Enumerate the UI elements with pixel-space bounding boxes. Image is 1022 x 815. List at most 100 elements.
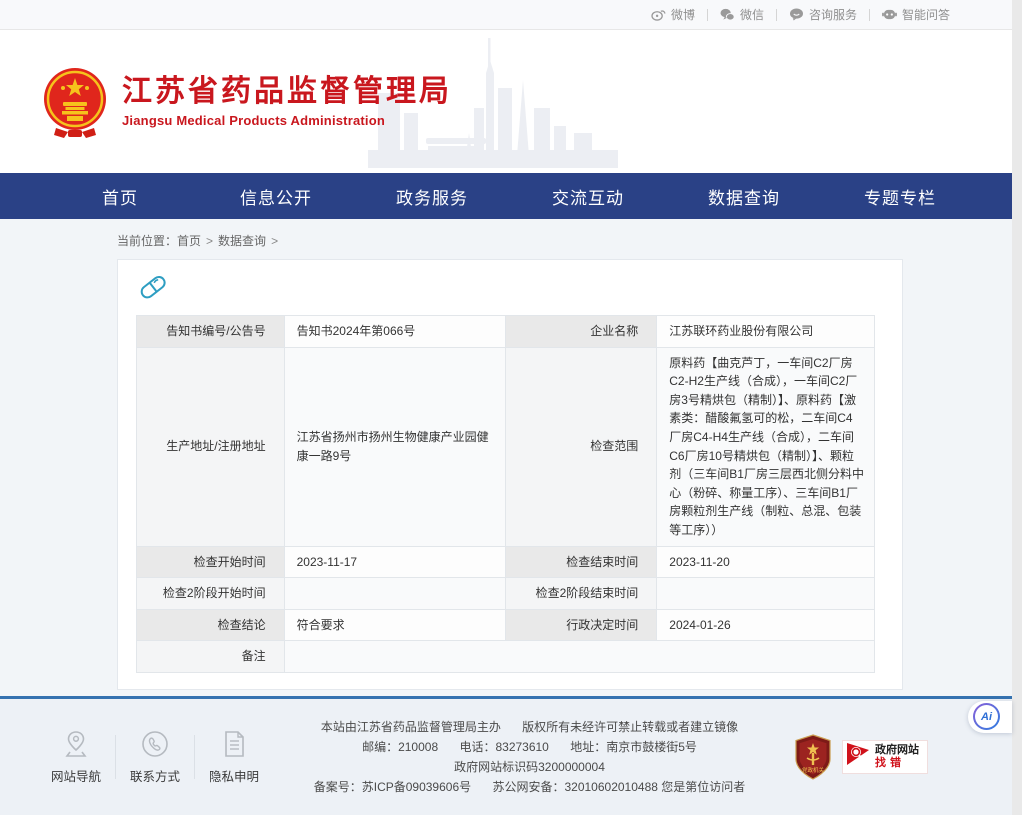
breadcrumb-separator: > [206,234,213,248]
field-value-end-date: 2023-11-20 [657,546,875,578]
footer-site-id: 政府网站标识码3200000004 [454,757,605,777]
site-subtitle: Jiangsu Medical Products Administration [122,113,452,128]
footer-link-sitemap[interactable]: 网站导航 [45,728,107,785]
inspection-record-table: 告知书编号/公告号 告知书2024年第066号 企业名称 江苏联环药业股份有限公… [136,315,875,673]
breadcrumb-home-link[interactable]: 首页 [177,234,201,248]
field-label-inspection-scope: 检查范围 [505,347,656,546]
site-error-report-badge[interactable]: 政府网站 找错 [842,740,928,774]
table-row: 检查2阶段开始时间 检查2阶段结束时间 [137,578,875,610]
field-value-notice-number: 告知书2024年第066号 [284,316,505,348]
field-value-conclusion: 符合要求 [284,609,505,641]
breadcrumb-section-link[interactable]: 数据查询 [218,234,266,248]
topbar-qa[interactable]: 智能问答 [870,6,962,23]
national-emblem-logo [42,66,108,138]
footer-phone: 电话：83273610 [459,737,548,757]
page: 微博 微信 咨询服务 智能问答 [0,0,1012,815]
nav-item-info-disclosure[interactable]: 信息公开 [198,184,354,209]
brand-text: 江苏省药品监督管理局 Jiangsu Medical Products Admi… [122,75,452,129]
field-label-stage2-end: 检查2阶段结束时间 [505,578,656,610]
wechat-icon [720,8,735,21]
field-value-address: 江苏省扬州市扬州生物健康产业园健康一路9号 [284,347,505,546]
table-row: 生产地址/注册地址 江苏省扬州市扬州生物健康产业园健康一路9号 检查范围 原料药… [137,347,875,546]
field-label-end-date: 检查结束时间 [505,546,656,578]
field-label-conclusion: 检查结论 [137,609,285,641]
table-row: 备注 [137,641,875,673]
pill-capsule-icon [138,272,875,307]
ai-button-label: Ai [975,705,998,728]
breadcrumb-separator: > [271,234,278,248]
field-label-address: 生产地址/注册地址 [137,347,285,546]
weibo-icon [651,8,666,21]
footer-host-text: 本站由江苏省药品监督管理局主办 [321,717,501,737]
nav-item-home[interactable]: 首页 [42,184,198,209]
field-label-stage2-start: 检查2阶段开始时间 [137,578,285,610]
footer-link-contact-label: 联系方式 [128,766,182,785]
field-value-stage2-end [657,578,875,610]
footer-address: 地址：南京市鼓楼街5号 [570,737,697,757]
footer-postcode: 邮编：210008 [362,737,438,757]
footer-badges: 党政机关 政府网站 找错 [794,734,928,780]
footer-copyright-text: 版权所有未经许可禁止转载或者建立镜像 [522,717,738,737]
shield-badge-text: 党政机关 [802,766,825,774]
footer-links: 网站导航 联系方式 隐私申明 [45,728,265,785]
ai-assistant-button[interactable]: Ai [968,701,1012,733]
footer-link-privacy[interactable]: 隐私申明 [203,728,265,785]
topbar-weibo-label: 微博 [671,6,695,23]
field-value-company-name: 江苏联环药业股份有限公司 [657,316,875,348]
footer-line-host: 本站由江苏省药品监督管理局主办 版权所有未经许可禁止转载或者建立镜像 [275,717,784,737]
chat-bubble-icon [789,8,804,21]
table-row: 检查开始时间 2023-11-17 检查结束时间 2023-11-20 [137,546,875,578]
record-detail-card: 告知书编号/公告号 告知书2024年第066号 企业名称 江苏联环药业股份有限公… [117,259,903,690]
field-label-notice-number: 告知书编号/公告号 [137,316,285,348]
document-icon [207,728,261,758]
footer-links-separator [194,735,195,779]
field-label-start-date: 检查开始时间 [137,546,285,578]
site-header: 江苏省药品监督管理局 Jiangsu Medical Products Admi… [0,30,1012,173]
topbar-qa-label: 智能问答 [902,6,950,23]
breadcrumb: 当前位置：首页 > 数据查询 > [0,219,1012,259]
nav-item-interaction[interactable]: 交流互动 [510,184,666,209]
nav-item-special-topics[interactable]: 专题专栏 [822,184,978,209]
table-row: 检查结论 符合要求 行政决定时间 2024-01-26 [137,609,875,641]
field-value-decision-date: 2024-01-26 [657,609,875,641]
footer-link-privacy-label: 隐私申明 [207,766,261,785]
field-value-inspection-scope: 原料药【曲克芦丁，一车间C2厂房C2-H2生产线（合成），一车间C2厂房3号精烘… [657,347,875,546]
table-row: 告知书编号/公告号 告知书2024年第066号 企业名称 江苏联环药业股份有限公… [137,316,875,348]
map-pin-icon [49,728,103,758]
phone-icon [128,728,182,758]
main-nav: 首页 信息公开 政务服务 交流互动 数据查询 专题专栏 [0,173,1012,219]
robot-icon [882,8,897,21]
main-content: 当前位置：首页 > 数据查询 > 告知书编号/公告号 告知书2024年第066号 企业… [0,219,1012,696]
footer: 网站导航 联系方式 隐私申明 本站由江苏省药品监督管理局主办 版权所有未经许可禁… [0,699,1012,815]
field-value-start-date: 2023-11-17 [284,546,505,578]
topbar-weibo[interactable]: 微博 [639,6,707,23]
sitecheck-badge-line2: 找错 [875,757,919,770]
field-label-remarks: 备注 [137,641,285,673]
magnifier-icon [845,740,875,773]
topbar-consult-label: 咨询服务 [809,6,857,23]
footer-security-number: 苏公网安备：32010602010488 您是第位访问者 [492,777,745,797]
brand: 江苏省药品监督管理局 Jiangsu Medical Products Admi… [42,66,452,138]
footer-line-icp: 备案号：苏ICP备09039606号 苏公网安备：32010602010488 … [275,777,784,797]
field-value-remarks [284,641,874,673]
field-label-company-name: 企业名称 [505,316,656,348]
party-gov-shield-badge[interactable]: 党政机关 [794,734,832,780]
footer-line-contact: 邮编：210008 电话：83273610 地址：南京市鼓楼街5号 政府网站标识… [275,737,784,777]
site-title: 江苏省药品监督管理局 [122,75,452,110]
topbar: 微博 微信 咨询服务 智能问答 [0,0,1012,30]
sitecheck-badge-line1: 政府网站 [875,744,919,757]
topbar-wechat[interactable]: 微信 [708,6,776,23]
field-value-stage2-start [284,578,505,610]
footer-icp-number: 备案号：苏ICP备09039606号 [314,777,471,797]
ai-icon: Ai [973,703,1000,730]
footer-link-sitemap-label: 网站导航 [49,766,103,785]
footer-link-contact[interactable]: 联系方式 [124,728,186,785]
footer-info: 本站由江苏省药品监督管理局主办 版权所有未经许可禁止转载或者建立镜像 邮编：21… [265,717,794,797]
topbar-consult[interactable]: 咨询服务 [777,6,869,23]
topbar-wechat-label: 微信 [740,6,764,23]
breadcrumb-prefix: 当前位置： [117,234,177,248]
field-label-decision-date: 行政决定时间 [505,609,656,641]
footer-links-separator [115,735,116,779]
nav-item-gov-services[interactable]: 政务服务 [354,184,510,209]
nav-item-data-query[interactable]: 数据查询 [666,184,822,209]
